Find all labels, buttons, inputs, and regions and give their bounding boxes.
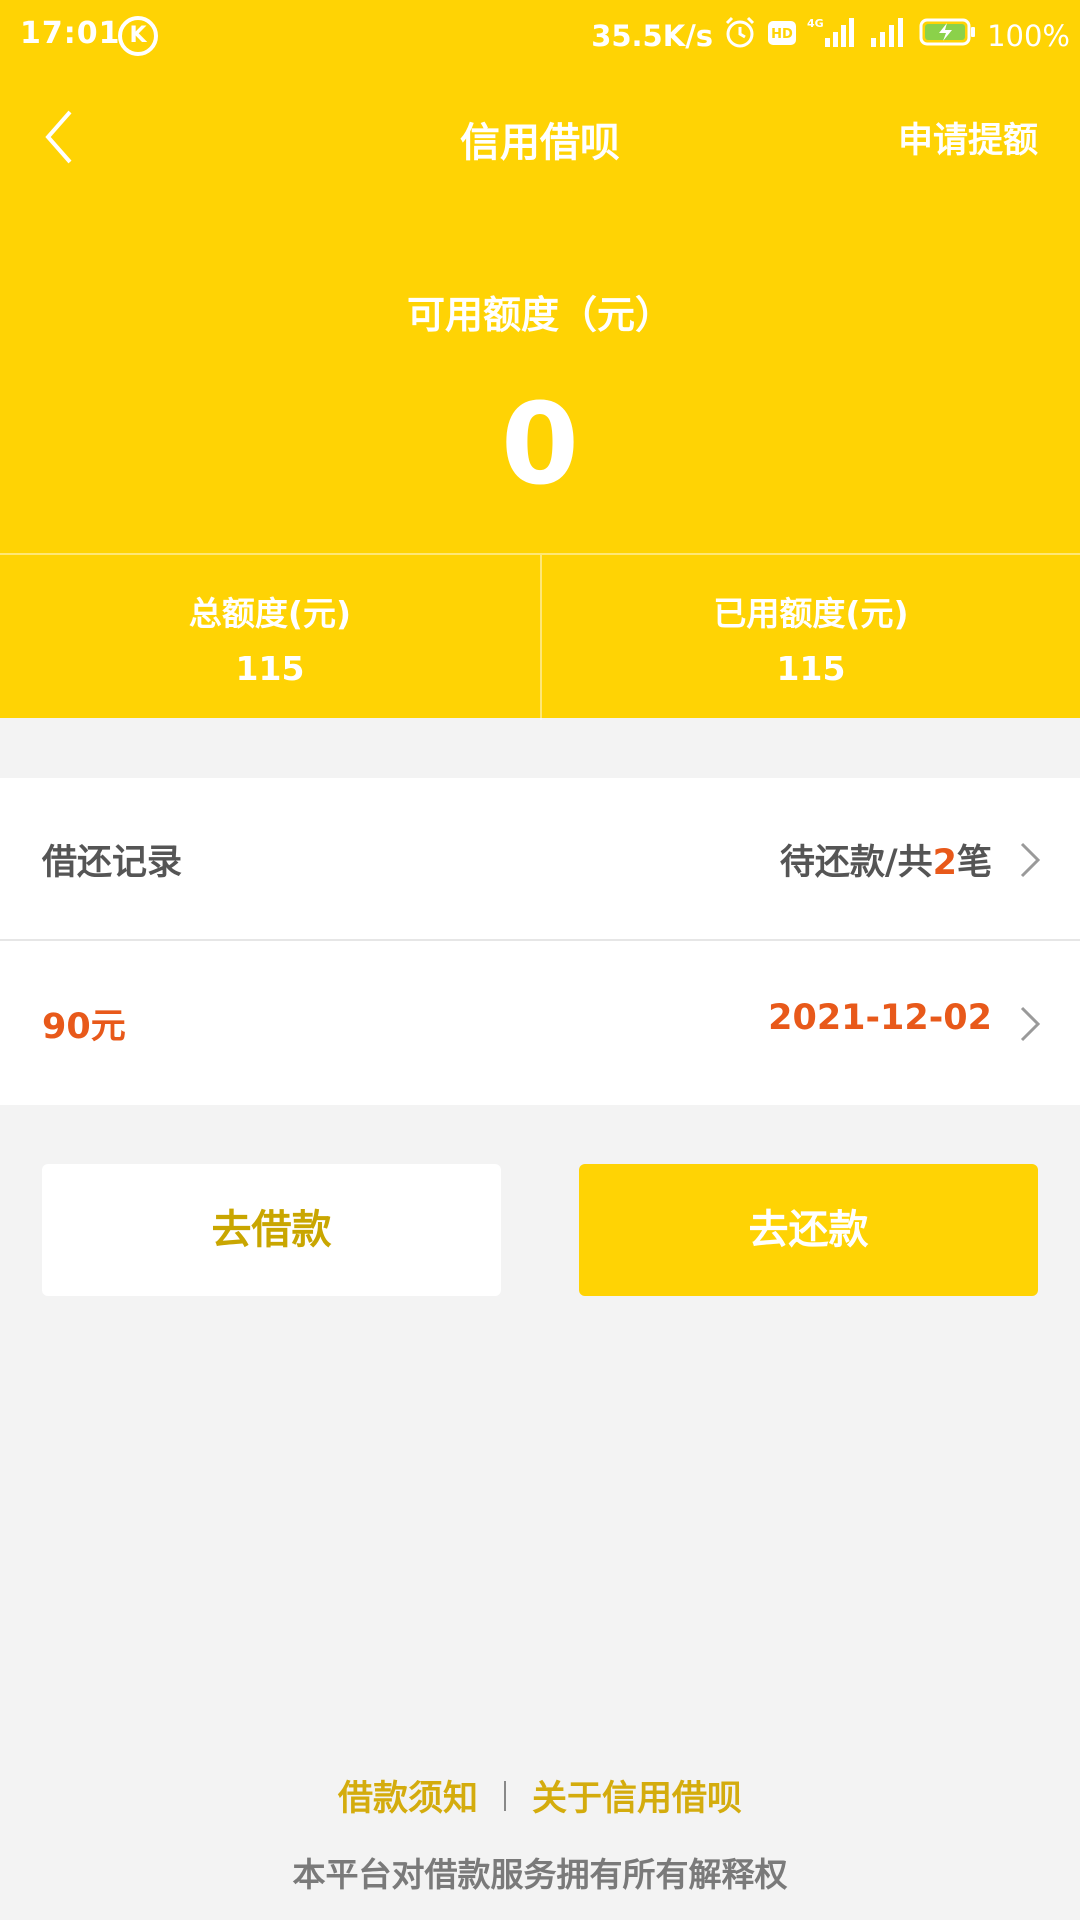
footer-disclaimer: 本平台对借款服务拥有所有解释权: [292, 1855, 788, 1894]
credit-page: 17:01 K 35.5K/s HD 4G 100% 信用借呗 申请提额 可用额…: [0, 0, 1080, 1920]
records-status: 待还款/共2笔: [780, 834, 992, 885]
battery-percent: 100%: [987, 19, 1070, 53]
used-credit: 已用额度(元) 115: [540, 555, 1080, 720]
pending-date: 2021-12-02: [768, 998, 992, 1038]
borrow-button[interactable]: 去借款: [42, 1164, 501, 1296]
records-status-suffix: 笔: [956, 843, 992, 883]
footer-links: 借款须知 关于信用借呗: [0, 1770, 1080, 1821]
svg-text:HD: HD: [771, 27, 793, 42]
apply-increase-button[interactable]: 申请提额: [898, 112, 1038, 163]
records-row[interactable]: 借还记录 待还款/共2笔: [0, 778, 1080, 941]
credit-stats: 总额度(元) 115 已用额度(元) 115: [0, 553, 1080, 720]
records-card: 借还记录 待还款/共2笔 90元 2021-12-02: [0, 778, 1080, 1105]
chevron-right-icon: [1018, 1004, 1042, 1044]
k-app-icon: K: [118, 16, 158, 56]
net-speed: 35.5K/s: [591, 19, 714, 53]
signal-icon: [869, 16, 909, 56]
available-credit-label: 可用额度（元）: [406, 293, 673, 337]
chevron-right-icon: [1018, 840, 1042, 880]
pending-repayment-row[interactable]: 90元 2021-12-02: [0, 942, 1080, 1105]
total-credit-value: 115: [235, 649, 305, 688]
pending-amount: 90元: [42, 1007, 126, 1047]
about-link[interactable]: 关于信用借呗: [532, 1770, 742, 1821]
available-credit-value: 0: [501, 380, 579, 510]
nav-bar: 信用借呗 申请提额: [0, 72, 1080, 202]
footer-divider: [504, 1780, 506, 1811]
alarm-icon: [723, 15, 757, 57]
signal-4g-icon: 4G: [807, 16, 859, 56]
total-credit: 总额度(元) 115: [0, 555, 540, 720]
used-credit-label: 已用额度(元): [713, 594, 909, 633]
repay-button[interactable]: 去还款: [579, 1164, 1038, 1296]
loan-notice-link[interactable]: 借款须知: [338, 1770, 478, 1821]
header: 17:01 K 35.5K/s HD 4G 100% 信用借呗 申请提额 可用额…: [0, 0, 1080, 720]
records-count: 2: [932, 843, 957, 883]
svg-text:4G: 4G: [807, 17, 824, 30]
status-bar: 17:01 K 35.5K/s HD 4G 100%: [0, 0, 1080, 72]
status-time: 17:01: [20, 16, 121, 51]
used-credit-value: 115: [776, 649, 846, 688]
status-right: 35.5K/s HD 4G 100%: [591, 16, 1070, 56]
records-status-prefix: 待还款/共: [779, 843, 933, 883]
records-label: 借还记录: [42, 843, 183, 883]
total-credit-label: 总额度(元): [188, 594, 352, 633]
hd-icon: HD: [767, 19, 797, 54]
battery-charging-icon: [919, 17, 977, 55]
